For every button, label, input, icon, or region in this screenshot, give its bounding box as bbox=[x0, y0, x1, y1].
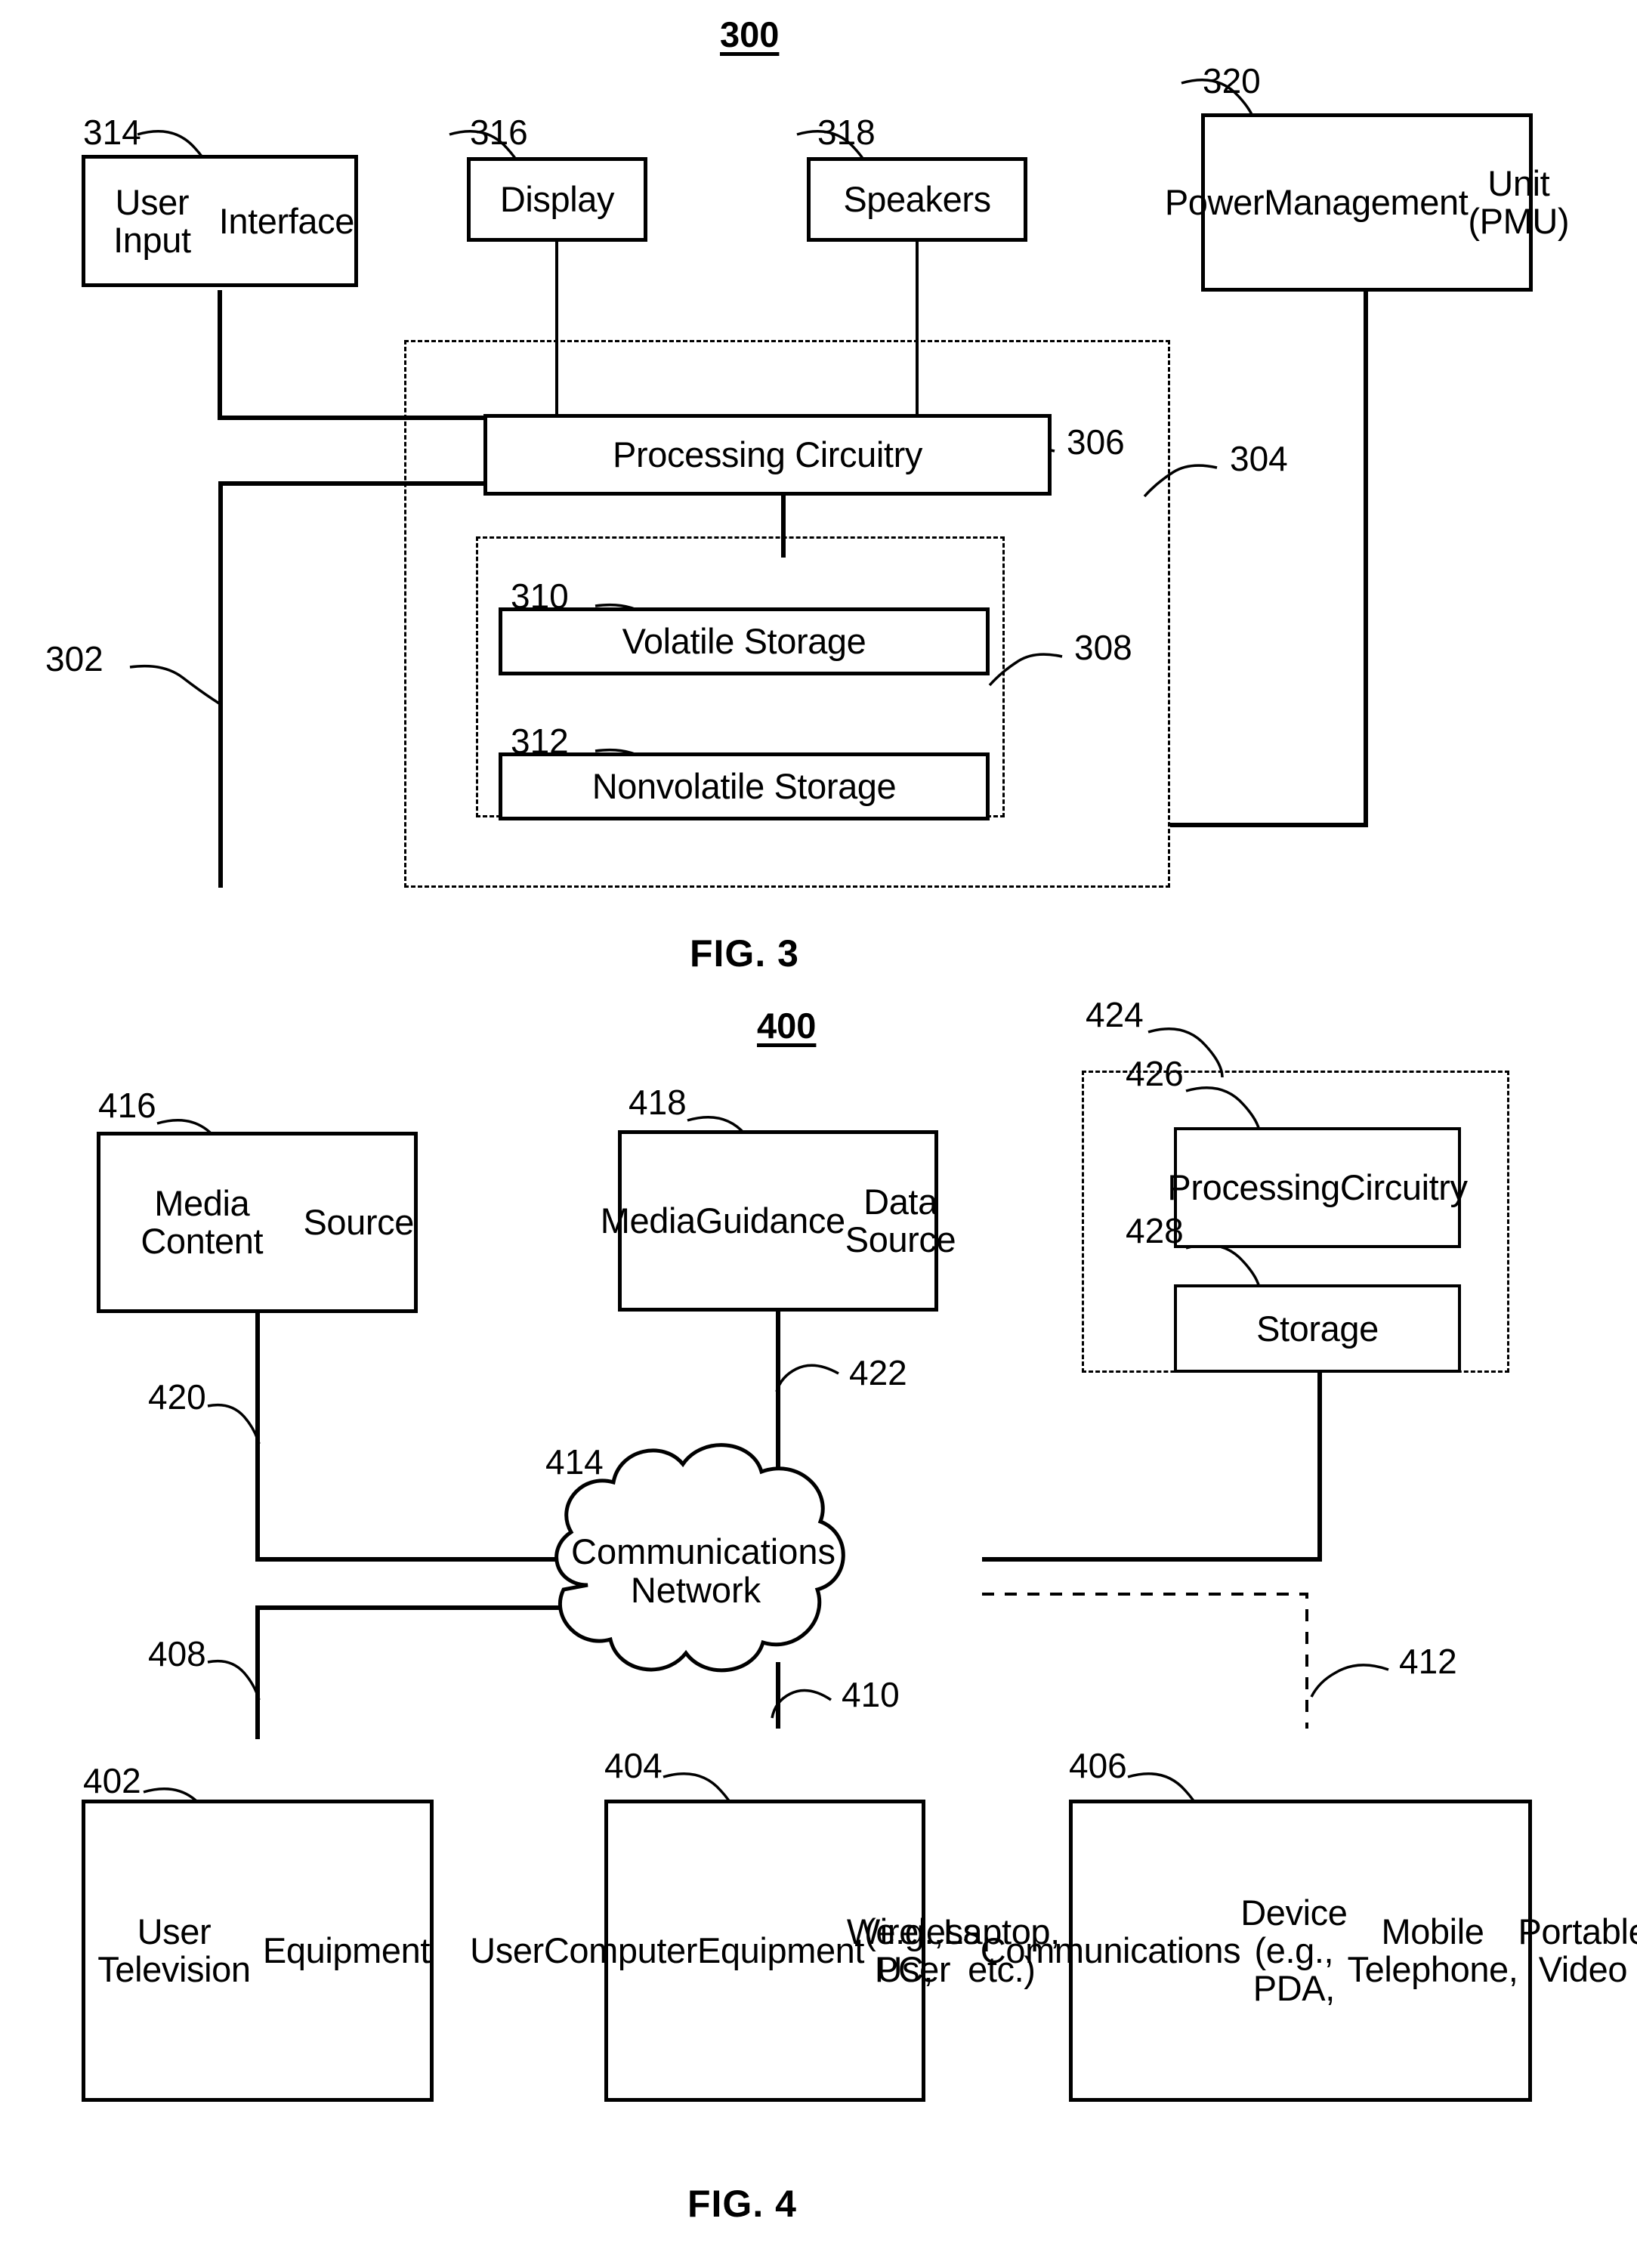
figure-3-number: 300 bbox=[720, 14, 780, 54]
reference-number-418: 418 bbox=[629, 1083, 687, 1122]
reference-number-404: 404 bbox=[604, 1746, 663, 1785]
leader-422 bbox=[775, 1364, 839, 1392]
line-media-content-to-network bbox=[255, 1313, 574, 1562]
block-power-management-unit: Power Management Unit (PMU) bbox=[1165, 113, 1570, 292]
reference-number-428: 428 bbox=[1126, 1211, 1184, 1250]
leader-408 bbox=[207, 1659, 261, 1701]
block-volatile-storage: Volatile Storage bbox=[499, 607, 990, 675]
block-media-guidance-data-source: Media Guidance Data Source bbox=[601, 1130, 956, 1312]
communications-network-label-line1: Communications bbox=[571, 1531, 836, 1571]
block-display: Display bbox=[467, 157, 647, 242]
reference-number-408: 408 bbox=[148, 1634, 206, 1673]
reference-number-316: 316 bbox=[470, 113, 528, 152]
reference-number-420: 420 bbox=[148, 1377, 206, 1417]
block-speakers: Speakers bbox=[807, 157, 1027, 242]
reference-number-410: 410 bbox=[842, 1675, 900, 1714]
leader-412 bbox=[1310, 1664, 1389, 1698]
reference-number-320: 320 bbox=[1203, 61, 1261, 100]
reference-number-412: 412 bbox=[1399, 1642, 1457, 1681]
block-storage-428: Storage bbox=[1174, 1284, 1461, 1373]
line-server-group-to-network bbox=[982, 1373, 1322, 1562]
reference-number-402: 402 bbox=[83, 1761, 141, 1800]
line-user-tv-to-network bbox=[255, 1605, 574, 1739]
figure-4-caption: FIG. 4 bbox=[687, 2183, 797, 2225]
reference-number-318: 318 bbox=[817, 113, 876, 152]
reference-number-312: 312 bbox=[511, 721, 569, 761]
reference-number-422: 422 bbox=[849, 1353, 907, 1392]
reference-number-302: 302 bbox=[45, 639, 103, 678]
line-pmu-to-device bbox=[1170, 292, 1368, 827]
line-wireless-device-to-network bbox=[982, 1593, 1308, 1729]
leader-302 bbox=[129, 664, 220, 705]
reference-number-308: 308 bbox=[1074, 628, 1132, 667]
patent-drawing-sheet: 300 User Input Interface Display Speakers… bbox=[0, 0, 1637, 2268]
block-user-television-equipment: User Television Equipment bbox=[82, 1800, 434, 2102]
reference-number-424: 424 bbox=[1086, 995, 1144, 1034]
block-user-input-interface: User Input Interface bbox=[82, 155, 358, 287]
block-media-content-source: Media Content Source bbox=[97, 1132, 418, 1313]
reference-number-304: 304 bbox=[1230, 439, 1288, 478]
leader-420 bbox=[207, 1403, 261, 1445]
block-nonvolatile-storage: Nonvolatile Storage bbox=[499, 752, 990, 820]
figure-3-caption: FIG. 3 bbox=[690, 932, 799, 975]
leader-410 bbox=[771, 1689, 832, 1719]
block-processing-circuitry-306: Processing Circuitry bbox=[483, 414, 1052, 496]
communications-network-label: Communications Network bbox=[571, 1531, 836, 1610]
reference-number-314: 314 bbox=[83, 113, 141, 152]
reference-number-416: 416 bbox=[98, 1086, 156, 1125]
reference-number-414: 414 bbox=[545, 1442, 604, 1482]
reference-number-310: 310 bbox=[511, 576, 569, 616]
reference-number-426: 426 bbox=[1126, 1054, 1184, 1093]
block-processing-circuitry-426: Processing Circuitry bbox=[1167, 1127, 1468, 1248]
communications-network-label-line2: Network bbox=[630, 1569, 761, 1610]
figure-4-number: 400 bbox=[757, 1006, 817, 1046]
reference-number-406: 406 bbox=[1069, 1746, 1127, 1785]
reference-number-306: 306 bbox=[1067, 422, 1125, 462]
block-wireless-user-communications-device: Wireless User Communications Device (e.g.,… bbox=[847, 1800, 1637, 2102]
